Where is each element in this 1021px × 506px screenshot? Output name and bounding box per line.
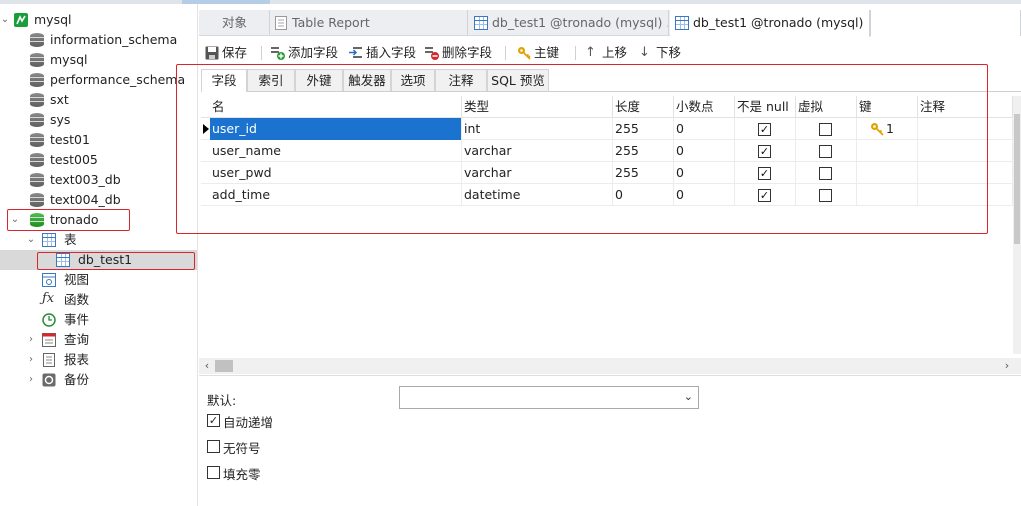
backup-icon xyxy=(42,373,56,387)
chevron-right-icon[interactable]: › xyxy=(26,350,36,370)
unsigned-checkbox[interactable] xyxy=(207,440,220,453)
tree-label: performance_schema xyxy=(50,72,186,87)
button-label: 删除字段 xyxy=(442,45,493,60)
database-icon xyxy=(30,193,44,207)
tree-label: 报表 xyxy=(64,352,90,367)
report-icon xyxy=(43,353,55,367)
tree-label: 备份 xyxy=(64,372,90,387)
button-label: 下移 xyxy=(656,45,682,60)
toolbar-separator xyxy=(575,46,576,60)
button-label: 主键 xyxy=(534,45,560,60)
query-icon xyxy=(42,333,56,347)
highlight-box-db-test1 xyxy=(37,252,195,270)
database-icon xyxy=(30,73,44,87)
tree-label: text003_db xyxy=(50,172,121,187)
tab-label: 对象 xyxy=(222,15,248,30)
arrow-up-icon: ↑ xyxy=(585,45,596,60)
button-label: 保存 xyxy=(222,45,248,60)
editor-tab-bar: 对象 Table Report db_test1 @tronado (mysql… xyxy=(199,10,1021,37)
tree-label: 表 xyxy=(64,232,77,247)
view-icon xyxy=(42,273,56,287)
tree-label: 事件 xyxy=(64,312,90,327)
grid-horizontal-scrollbar[interactable]: ‹ › xyxy=(199,358,1021,374)
tab-db-test1-active[interactable]: db_test1 @tronado (mysql) xyxy=(670,10,870,37)
panel-divider[interactable] xyxy=(199,375,1021,376)
default-value-select[interactable]: ⌄ xyxy=(399,386,699,409)
database-icon xyxy=(30,93,44,107)
tree-label: sys xyxy=(50,112,71,127)
clock-icon xyxy=(42,313,56,327)
tree-label: 函数 xyxy=(64,292,90,307)
arrow-down-icon: ↓ xyxy=(639,45,650,60)
scroll-right-icon[interactable]: › xyxy=(999,358,1015,374)
tree-label: mysql xyxy=(34,12,72,27)
chevron-down-icon[interactable]: ⌄ xyxy=(26,230,36,250)
tree-label: test005 xyxy=(50,152,98,167)
button-label: 上移 xyxy=(602,45,628,60)
key-icon xyxy=(518,47,531,60)
tab-objects[interactable]: 对象 xyxy=(199,10,270,36)
toolbar-separator xyxy=(261,46,262,60)
tab-label: db_test1 @tronado (mysql) ... xyxy=(492,15,669,30)
delete-field-icon xyxy=(425,47,439,60)
zerofill-checkbox[interactable] xyxy=(207,466,220,479)
scroll-left-icon[interactable]: ‹ xyxy=(199,358,215,374)
insert-field-icon xyxy=(349,47,362,58)
database-icon xyxy=(30,133,44,147)
toolbar-separator xyxy=(505,46,506,60)
highlight-box-tronado xyxy=(7,209,130,231)
tab-db-test1-design[interactable]: db_test1 @tronado (mysql) ... xyxy=(469,10,669,36)
design-toolbar: 保存 添加字段 插入字段 删除字段 主键 ↑ 上移 ↓ 下移 xyxy=(199,40,1021,64)
tree-label: text004_db xyxy=(50,192,121,207)
save-icon xyxy=(205,46,219,60)
tree-label: 查询 xyxy=(64,332,90,347)
table-folder-icon xyxy=(42,233,56,247)
tab-empty xyxy=(870,10,1021,36)
chevron-down-icon: ⌄ xyxy=(683,390,693,403)
table-icon xyxy=(474,16,488,30)
tab-table-report[interactable]: Table Report xyxy=(270,10,468,36)
tree-label: mysql xyxy=(50,52,88,67)
report-icon xyxy=(275,16,287,30)
database-icon xyxy=(30,53,44,67)
scrollbar-thumb[interactable] xyxy=(215,360,233,372)
chevron-right-icon[interactable]: › xyxy=(26,330,36,350)
button-label: 插入字段 xyxy=(366,45,417,60)
database-icon xyxy=(30,173,44,187)
function-icon: ƒx xyxy=(42,291,55,306)
scrollbar-thumb[interactable] xyxy=(1014,114,1020,244)
chevron-down-icon[interactable]: ⌄ xyxy=(0,10,10,30)
database-icon xyxy=(30,113,44,127)
tab-label: db_test1 @tronado (mysql) xyxy=(693,15,864,30)
database-icon xyxy=(30,33,44,47)
auto-increment-checkbox[interactable]: ✓ xyxy=(207,414,220,427)
add-field-icon xyxy=(271,47,285,60)
button-label: 添加字段 xyxy=(288,45,339,60)
tree-label: 视图 xyxy=(64,272,90,287)
highlight-box-fields-grid xyxy=(176,64,988,234)
chevron-right-icon[interactable]: › xyxy=(26,370,36,390)
database-icon xyxy=(30,153,44,167)
mysql-connection-icon xyxy=(14,13,28,27)
tree-label: sxt xyxy=(50,92,69,107)
table-icon xyxy=(675,16,689,30)
tree-label: information_schema xyxy=(50,32,178,47)
tab-label: Table Report xyxy=(292,15,370,30)
auto-increment-label: 自动递增 xyxy=(223,415,274,430)
default-label: 默认: xyxy=(207,393,237,408)
unsigned-label: 无符号 xyxy=(223,441,261,456)
tree-label: test01 xyxy=(50,132,90,147)
grid-vertical-scrollbar[interactable] xyxy=(1013,96,1021,354)
navigation-tree[interactable]: ⌄ mysql information_schema mysql perform… xyxy=(0,4,198,506)
zerofill-label: 填充零 xyxy=(223,467,261,482)
